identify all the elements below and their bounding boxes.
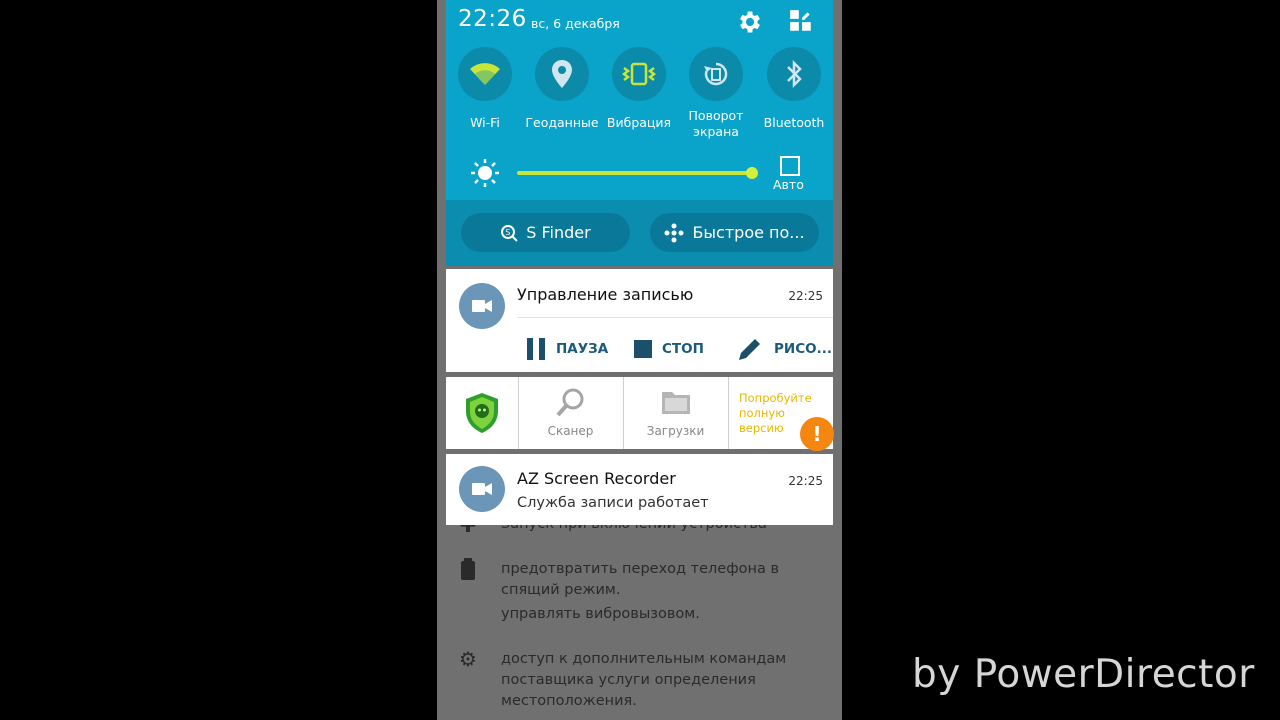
camera-avatar <box>459 466 505 512</box>
status-clock: 22:26 <box>458 6 527 32</box>
bluetooth-icon <box>787 60 802 88</box>
background-row2-line2: поставщика услуги определения <box>501 672 756 688</box>
toggle-wifi[interactable]: Wi-Fi <box>457 47 513 131</box>
scanner-label: Сканер <box>547 424 594 438</box>
antivirus-logo <box>446 377 518 449</box>
quick-connect-button[interactable]: Быстрое по... <box>650 213 819 252</box>
toggle-bluetooth[interactable]: Bluetooth <box>764 47 824 131</box>
toggle-bluetooth-label: Bluetooth <box>763 115 825 130</box>
brightness-slider-track[interactable] <box>517 171 753 175</box>
toggle-rotation-label: Поворот экрана <box>688 108 744 139</box>
video-camera-icon <box>472 483 492 495</box>
wifi-icon <box>470 63 500 85</box>
search-icon: S <box>501 224 518 242</box>
stop-icon <box>634 340 652 358</box>
pause-button[interactable]: ПАУЗА <box>526 329 608 369</box>
quick-connect-icon <box>664 223 684 242</box>
pencil-icon <box>739 339 760 360</box>
stop-button[interactable]: СТОП <box>634 329 704 369</box>
scanner-button[interactable]: Сканер <box>518 377 622 449</box>
az-recorder-time: 22:25 <box>788 474 823 488</box>
toggle-location[interactable]: Геоданные <box>525 47 599 131</box>
notification-shade: 22:26 вс, 6 декабря Wi-Fi Геоданные Вибр… <box>446 0 833 266</box>
promo-full-version[interactable]: Попробуйте полную версию ! <box>728 377 834 451</box>
warning-badge-icon: ! <box>800 417 834 451</box>
grid-edit-icon[interactable] <box>788 8 816 36</box>
stop-label: СТОП <box>662 341 704 357</box>
s-finder-label: S Finder <box>526 223 591 242</box>
magnifier-icon <box>556 388 584 417</box>
screen-rotate-icon <box>704 62 728 86</box>
auto-brightness-checkbox[interactable] <box>780 156 800 176</box>
notification-antivirus[interactable]: Сканер Загрузки Попробуйте полную версию… <box>446 377 834 451</box>
brightness-sun-icon <box>471 159 499 187</box>
recording-control-title: Управление записью <box>517 285 694 304</box>
az-recorder-title: AZ Screen Recorder <box>517 469 676 488</box>
phone-screen: ✚ Запуск при включении устройства предот… <box>437 0 842 720</box>
brightness-slider-thumb[interactable] <box>746 167 759 179</box>
toggle-rotation[interactable]: Поворот экрана <box>688 47 744 140</box>
battery-icon <box>457 558 479 580</box>
notification-az-recorder[interactable]: AZ Screen Recorder 22:25 Служба записи р… <box>446 454 833 525</box>
folder-icon <box>662 392 690 414</box>
toggle-vibration[interactable]: Вибрация <box>607 47 671 131</box>
toggle-vibration-label: Вибрация <box>606 115 672 130</box>
pause-label: ПАУЗА <box>556 341 609 357</box>
downloads-label: Загрузки <box>646 424 705 438</box>
location-pin-icon <box>552 60 572 88</box>
auto-brightness-label: Авто <box>773 177 804 192</box>
powerdirector-watermark: by PowerDirector <box>912 652 1255 697</box>
s-finder-button[interactable]: S S Finder <box>461 213 630 252</box>
draw-button[interactable]: РИСО... <box>736 329 832 369</box>
az-recorder-subtitle: Служба записи работает <box>517 495 709 511</box>
gear-icon: ⚙ <box>459 647 477 671</box>
svg-text:S: S <box>506 228 511 237</box>
background-row2-line1: доступ к дополнительным командам <box>501 651 787 667</box>
quick-connect-label: Быстрое по... <box>692 223 805 242</box>
settings-gear-icon[interactable] <box>736 8 764 36</box>
background-row1-line3: управлять вибровызовом. <box>501 606 700 622</box>
status-date: вс, 6 декабря <box>531 16 620 31</box>
draw-label: РИСО... <box>774 341 832 357</box>
recording-control-time: 22:25 <box>788 289 823 303</box>
background-row1-line1: предотвратить переход телефона в <box>501 561 780 577</box>
camera-avatar <box>459 283 505 329</box>
vibration-icon <box>622 62 656 86</box>
video-camera-icon <box>472 300 492 312</box>
background-row2-line3: местоположения. <box>501 693 637 709</box>
antivirus-shield-icon <box>466 393 498 433</box>
pause-icon <box>527 338 545 360</box>
background-row1-line2: спящий режим. <box>501 582 621 598</box>
card-divider <box>517 317 833 318</box>
notification-recording-control[interactable]: Управление записью 22:25 ПАУЗА СТОП РИСО… <box>446 269 833 372</box>
downloads-button[interactable]: Загрузки <box>623 377 727 449</box>
